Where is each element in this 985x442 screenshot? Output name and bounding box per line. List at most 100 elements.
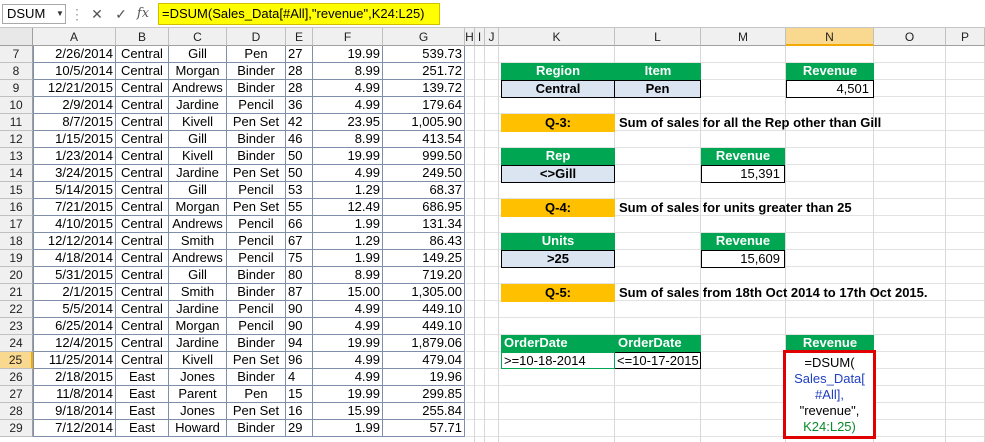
table-cell-region[interactable]: Central [116,250,169,267]
revenue-value-q4[interactable]: 15,609 [701,250,785,268]
table-cell-rep[interactable]: Kivell [169,148,227,165]
table-cell-item[interactable]: Pencil [227,182,286,199]
table-cell-region[interactable]: Central [116,114,169,131]
row-header[interactable]: 16 [0,199,33,216]
row-header[interactable]: 10 [0,97,33,114]
table-cell-region[interactable]: Central [116,318,169,335]
table-cell-total[interactable]: 139.72 [383,80,465,97]
column-header-i[interactable]: I [475,28,485,46]
table-cell-price[interactable]: 8.99 [313,267,383,284]
row-header[interactable]: 17 [0,216,33,233]
table-cell-total[interactable]: 19.96 [383,369,465,386]
column-header-f[interactable]: F [313,28,383,46]
table-cell-units[interactable]: 28 [286,63,313,80]
table-cell-rep[interactable]: Andrews [169,216,227,233]
table-cell-total[interactable]: 149.25 [383,250,465,267]
table-cell-rep[interactable]: Kivell [169,352,227,369]
table-cell-units[interactable]: 29 [286,420,313,437]
column-header-a[interactable]: A [33,28,116,46]
table-cell-date[interactable]: 5/5/2014 [33,301,116,318]
table-cell-rep[interactable]: Smith [169,233,227,250]
table-cell-rep[interactable]: Parent [169,386,227,403]
table-cell-item[interactable]: Binder [227,335,286,352]
cell-edit-box[interactable]: =DSUM( Sales_Data[ #All], "revenue", K24… [783,350,876,439]
column-header-h[interactable]: H [465,28,475,46]
column-header-g[interactable]: G [383,28,465,46]
table-cell-price[interactable]: 4.99 [313,97,383,114]
table-cell-item[interactable]: Pencil [227,318,286,335]
row-header[interactable]: 28 [0,403,33,420]
table-cell-item[interactable]: Pen Set [227,199,286,216]
table-cell-rep[interactable]: Andrews [169,250,227,267]
table-cell-rep[interactable]: Jardine [169,301,227,318]
criteria-value-rep[interactable]: <>Gill [501,165,615,183]
table-cell-total[interactable]: 449.10 [383,301,465,318]
table-cell-rep[interactable]: Howard [169,420,227,437]
table-cell-rep[interactable]: Jardine [169,165,227,182]
table-cell-region[interactable]: East [116,386,169,403]
table-cell-price[interactable]: 15.00 [313,284,383,301]
table-cell-region[interactable]: Central [116,148,169,165]
row-header[interactable]: 25 [0,352,33,369]
table-cell-date[interactable]: 5/31/2015 [33,267,116,284]
table-cell-rep[interactable]: Jardine [169,335,227,352]
table-cell-rep[interactable]: Gill [169,46,227,63]
criteria-value-region[interactable]: Central [501,80,615,98]
table-cell-item[interactable]: Binder [227,369,286,386]
table-cell-total[interactable]: 179.64 [383,97,465,114]
revenue-value-q3[interactable]: 15,391 [701,165,785,183]
table-cell-rep[interactable]: Kivell [169,114,227,131]
table-cell-price[interactable]: 1.99 [313,216,383,233]
table-cell-total[interactable]: 479.04 [383,352,465,369]
table-cell-item[interactable]: Pen [227,386,286,403]
table-cell-rep[interactable]: Gill [169,267,227,284]
column-header-m[interactable]: M [701,28,786,46]
row-header[interactable]: 26 [0,369,33,386]
table-cell-region[interactable]: Central [116,46,169,63]
row-header[interactable]: 7 [0,46,33,63]
column-header-n[interactable]: N [786,28,874,46]
table-cell-item[interactable]: Pen Set [227,403,286,420]
table-cell-rep[interactable]: Andrews [169,80,227,97]
table-cell-price[interactable]: 1.99 [313,250,383,267]
table-cell-region[interactable]: Central [116,284,169,301]
table-cell-region[interactable]: Central [116,63,169,80]
table-cell-price[interactable]: 1.99 [313,420,383,437]
row-header[interactable]: 13 [0,148,33,165]
column-header-d[interactable]: D [227,28,286,46]
table-cell-units[interactable]: 66 [286,216,313,233]
table-cell-units[interactable]: 55 [286,199,313,216]
table-cell-price[interactable]: 19.99 [313,386,383,403]
table-cell-item[interactable]: Binder [227,148,286,165]
table-cell-item[interactable]: Pencil [227,216,286,233]
table-cell-price[interactable]: 19.99 [313,46,383,63]
table-cell-price[interactable]: 8.99 [313,131,383,148]
table-cell-total[interactable]: 449.10 [383,318,465,335]
column-header-p[interactable]: P [946,28,985,46]
column-header-l[interactable]: L [615,28,701,46]
table-cell-rep[interactable]: Jones [169,403,227,420]
table-cell-region[interactable]: Central [116,80,169,97]
table-cell-price[interactable]: 19.99 [313,148,383,165]
table-cell-total[interactable]: 86.43 [383,233,465,250]
table-cell-total[interactable]: 131.34 [383,216,465,233]
row-header[interactable]: 8 [0,63,33,80]
table-cell-price[interactable]: 4.99 [313,352,383,369]
table-cell-date[interactable]: 3/24/2015 [33,165,116,182]
criteria-value-orderdate-1[interactable]: >=10-18-2014 [501,352,615,369]
row-header[interactable]: 18 [0,233,33,250]
table-cell-units[interactable]: 4 [286,369,313,386]
table-cell-units[interactable]: 36 [286,97,313,114]
table-cell-units[interactable]: 94 [286,335,313,352]
table-cell-units[interactable]: 90 [286,301,313,318]
table-cell-rep[interactable]: Morgan [169,318,227,335]
row-header[interactable]: 27 [0,386,33,403]
table-cell-date[interactable]: 1/23/2014 [33,148,116,165]
row-header[interactable]: 15 [0,182,33,199]
table-cell-item[interactable]: Binder [227,80,286,97]
table-cell-total[interactable]: 1,879.06 [383,335,465,352]
table-cell-item[interactable]: Pencil [227,250,286,267]
table-cell-item[interactable]: Binder [227,131,286,148]
criteria-value-item[interactable]: Pen [615,80,701,98]
table-cell-price[interactable]: 19.99 [313,335,383,352]
